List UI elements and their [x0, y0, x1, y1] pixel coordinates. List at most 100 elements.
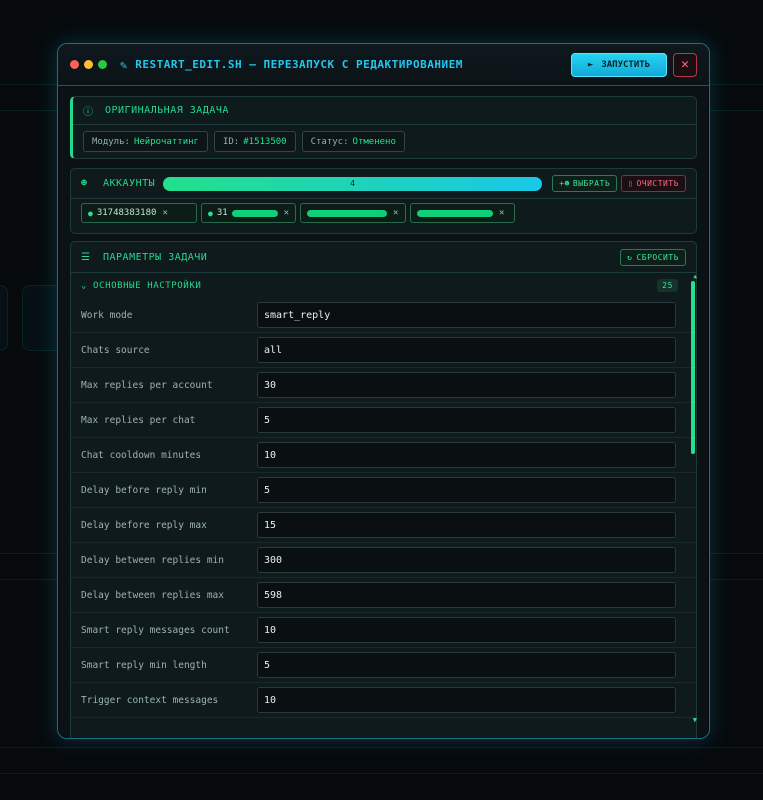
setting-input[interactable]: 5	[257, 407, 676, 433]
accounts-header: ☻ АККАУНТЫ 4 +☻ ВЫБРАТЬ ▯ ОЧИСТИТЬ	[71, 169, 696, 199]
account-chip-label: 31	[216, 208, 228, 218]
title-bar: ✎ RESTART_EDIT.SH — ПЕРЕЗАПУСК С РЕДАКТИ…	[58, 44, 709, 86]
restart-edit-modal: ✎ RESTART_EDIT.SH — ПЕРЕЗАПУСК С РЕДАКТИ…	[57, 43, 710, 739]
info-icon: ⓘ	[83, 107, 94, 118]
reset-button[interactable]: ↻ СБРОСИТЬ	[620, 248, 686, 266]
remove-account-icon[interactable]: ✕	[284, 208, 289, 218]
setting-label: Work mode	[81, 309, 133, 321]
user-icon: ●	[208, 208, 213, 218]
task-params-heading: ПАРАМЕТРЫ ЗАДАЧИ	[103, 251, 208, 263]
setting-row: Delay before reply max 15	[71, 508, 696, 543]
id-chip-value: #1513500	[243, 136, 287, 147]
setting-label: Chat cooldown minutes	[81, 449, 202, 461]
run-button[interactable]: ► ЗАПУСТИТЬ	[571, 52, 667, 77]
select-accounts-button[interactable]: +☻ ВЫБРАТЬ	[552, 175, 618, 192]
accounts-heading: АККАУНТЫ	[103, 178, 156, 189]
id-chip: ID: #1513500	[213, 131, 296, 152]
setting-input[interactable]: 10	[257, 442, 676, 468]
redaction-mark	[417, 209, 493, 217]
setting-row: Delay before reply min 5	[71, 473, 696, 508]
setting-input[interactable]: 15	[257, 512, 676, 538]
setting-label: Smart reply min length	[81, 659, 207, 671]
setting-label: Max replies per account	[81, 379, 213, 391]
window-maximize-dot[interactable]	[98, 60, 107, 69]
accounts-list: ● 31748383180 ✕ ● 31 ✕ ✕ ✕	[71, 199, 696, 227]
setting-label: Delay between replies max	[81, 589, 224, 601]
setting-row: Chat cooldown minutes 10	[71, 438, 696, 473]
users-icon: ☻	[81, 178, 88, 189]
remove-account-icon[interactable]: ✕	[499, 208, 504, 218]
accounts-panel: ☻ АККАУНТЫ 4 +☻ ВЫБРАТЬ ▯ ОЧИСТИТЬ ● 317…	[70, 168, 697, 234]
setting-row: Smart reply messages count 10	[71, 613, 696, 648]
task-params-panel: ☰ ПАРАМЕТРЫ ЗАДАЧИ ↻ СБРОСИТЬ ⌄ ОСНОВНЫЕ…	[70, 241, 697, 738]
accounts-progress-bar: 4	[163, 176, 543, 191]
setting-input[interactable]: all	[257, 337, 676, 363]
original-task-heading: ОРИГИНАЛЬНАЯ ЗАДАЧА	[105, 105, 229, 116]
redaction-mark	[231, 209, 278, 217]
select-accounts-label: ВЫБРАТЬ	[572, 179, 611, 188]
setting-input[interactable]: 10	[257, 687, 676, 713]
setting-row: Chats source all	[71, 333, 696, 368]
remove-account-icon[interactable]: ✕	[162, 208, 167, 218]
setting-row: Max replies per account 30	[71, 368, 696, 403]
account-chip: ● 31 ✕	[201, 203, 296, 223]
window-minimize-dot[interactable]	[84, 60, 93, 69]
scroll-up-arrow[interactable]: ▲	[693, 273, 697, 280]
reset-button-label: СБРОСИТЬ	[636, 252, 679, 262]
setting-input[interactable]: 30	[257, 372, 676, 398]
clear-accounts-button[interactable]: ▯ ОЧИСТИТЬ	[621, 175, 686, 192]
trash-icon: ▯	[628, 179, 634, 188]
scrollbar-thumb[interactable]	[691, 281, 695, 454]
reset-icon: ↻	[627, 252, 633, 262]
account-chip-label: 31748383180	[96, 208, 157, 218]
remove-account-icon[interactable]: ✕	[393, 208, 398, 218]
original-task-header: ⓘ ОРИГИНАЛЬНАЯ ЗАДАЧА	[73, 97, 696, 125]
setting-label: Max replies per chat	[81, 414, 196, 426]
status-chip-value: Отменено	[352, 136, 396, 147]
setting-input[interactable]: 5	[257, 652, 676, 678]
setting-label: Delay before reply max	[81, 519, 207, 531]
scroll-down-arrow[interactable]: ▼	[693, 716, 697, 724]
setting-input[interactable]: smart_reply	[257, 302, 676, 328]
setting-row: Trigger context messages 10	[71, 683, 696, 718]
setting-input[interactable]: 300	[257, 547, 676, 573]
close-button[interactable]: ✕	[673, 52, 697, 77]
module-chip-label: Модуль:	[92, 136, 130, 147]
setting-row: Max replies per chat 5	[71, 403, 696, 438]
setting-row: Delay between replies max 598	[71, 578, 696, 613]
play-icon: ►	[587, 59, 594, 70]
settings-rows: Work mode smart_reply Chats source all Max r…	[71, 298, 696, 718]
setting-input[interactable]: 5	[257, 477, 676, 503]
module-chip: Модуль: Нейрочаттинг	[83, 131, 208, 152]
chevron-down-icon: ⌄	[81, 280, 88, 291]
original-task-panel: ⓘ ОРИГИНАЛЬНАЯ ЗАДАЧА Модуль: Нейрочатти…	[70, 96, 697, 159]
account-chip: ✕	[300, 203, 406, 223]
task-params-header: ☰ ПАРАМЕТРЫ ЗАДАЧИ ↻ СБРОСИТЬ	[71, 242, 696, 273]
redaction-mark	[307, 209, 387, 217]
accounts-count: 4	[350, 179, 356, 188]
modal-title-name: RESTART_EDIT.SH	[135, 58, 243, 71]
run-button-label: ЗАПУСТИТЬ	[601, 59, 651, 70]
modal-title: RESTART_EDIT.SH — ПЕРЕЗАПУСК С РЕДАКТИРО…	[135, 58, 463, 71]
setting-label: Trigger context messages	[81, 694, 219, 706]
edit-icon: ✎	[120, 57, 128, 72]
setting-row: Work mode smart_reply	[71, 298, 696, 333]
setting-row: Smart reply min length 5	[71, 648, 696, 683]
setting-row: Delay between replies min 300	[71, 543, 696, 578]
sliders-icon: ☰	[81, 251, 91, 263]
setting-label: Smart reply messages count	[81, 624, 230, 636]
account-chip: ✕	[410, 203, 515, 223]
status-chip-label: Статус:	[310, 136, 349, 147]
account-chip: ● 31748383180 ✕	[81, 203, 197, 223]
setting-input[interactable]: 10	[257, 617, 676, 643]
setting-label: Delay between replies min	[81, 554, 224, 566]
setting-input[interactable]: 598	[257, 582, 676, 608]
window-close-dot[interactable]	[70, 60, 79, 69]
add-user-icon: +☻	[559, 179, 570, 188]
original-task-chips: Модуль: Нейрочаттинг ID: #1513500 Статус…	[73, 125, 696, 158]
setting-label: Delay before reply min	[81, 484, 207, 496]
clear-accounts-label: ОЧИСТИТЬ	[636, 179, 679, 188]
basic-settings-section-toggle[interactable]: ⌄ ОСНОВНЫЕ НАСТРОЙКИ 25	[71, 273, 696, 298]
close-icon: ✕	[681, 57, 689, 72]
modal-title-subtitle: — ПЕРЕЗАПУСК С РЕДАКТИРОВАНИЕМ	[249, 58, 463, 71]
